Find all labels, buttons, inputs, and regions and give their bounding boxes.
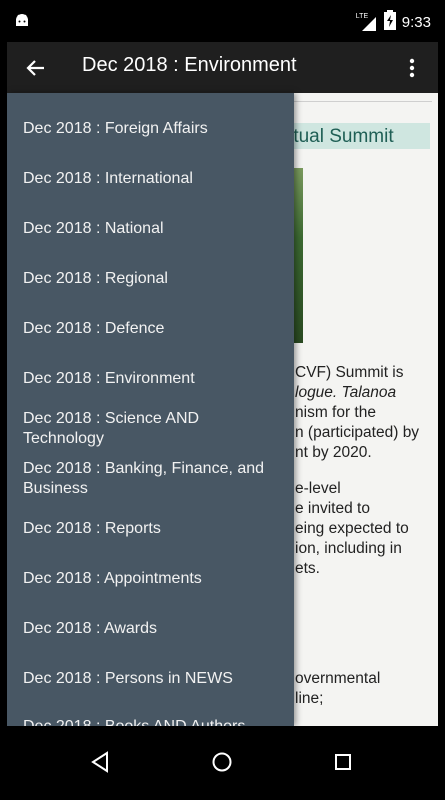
back-triangle-icon[interactable]	[78, 740, 122, 784]
article-line: logue. Talanoa	[295, 384, 397, 401]
drawer-item-awards[interactable]: Dec 2018 : Awards	[23, 619, 283, 639]
article-line: overnmental	[295, 670, 381, 687]
article-line: nism for the	[295, 404, 376, 421]
drawer-item-banking-finance[interactable]: Dec 2018 : Banking, Finance, and Busines…	[23, 459, 283, 499]
drawer-item-international[interactable]: Dec 2018 : International	[23, 169, 283, 189]
drawer-item-defence[interactable]: Dec 2018 : Defence	[23, 319, 283, 339]
drawer-item-regional[interactable]: Dec 2018 : Regional	[23, 269, 283, 289]
drawer-item-reports[interactable]: Dec 2018 : Reports	[23, 519, 283, 539]
more-vert-icon[interactable]	[400, 54, 424, 82]
article-line: nt by 2020.	[295, 444, 372, 461]
status-bar: LTE 9:33	[0, 0, 445, 42]
drawer-item-national[interactable]: Dec 2018 : National	[23, 219, 283, 239]
drawer-item-environment[interactable]: Dec 2018 : Environment	[23, 369, 283, 389]
article-line: e-level	[295, 480, 341, 497]
article-line: e invited to	[295, 500, 370, 517]
recents-square-icon[interactable]	[321, 740, 365, 784]
status-time: 9:33	[401, 14, 431, 31]
battery-charging-icon	[383, 10, 396, 35]
drawer-item-appointments[interactable]: Dec 2018 : Appointments	[23, 569, 283, 589]
drawer-item-persons-in-news[interactable]: Dec 2018 : Persons in NEWS	[23, 669, 283, 689]
lte-signal-icon: LTE	[356, 13, 378, 33]
drawer-item-science-technology[interactable]: Dec 2018 : Science AND Technology	[23, 409, 283, 449]
navigation-drawer: Dec 2018 : Foreign Affairs Dec 2018 : In…	[7, 93, 294, 726]
arrow-back-icon[interactable]	[23, 55, 49, 81]
android-icon	[14, 12, 30, 33]
system-nav-bar	[0, 726, 445, 800]
drawer-item-books-authors[interactable]: Dec 2018 : Books AND Authors	[23, 717, 283, 726]
article-line: eing expected to	[295, 520, 409, 537]
article-line: CVF) Summit is	[295, 364, 404, 381]
page-title: Dec 2018 : Environment	[82, 54, 297, 76]
drawer-item-foreign-affairs[interactable]: Dec 2018 : Foreign Affairs	[23, 119, 283, 139]
article-line: line;	[295, 690, 324, 707]
article-line: n (participated) by	[295, 424, 420, 441]
article-line: ion, including in	[295, 540, 402, 557]
article-heading: rtual Summit	[287, 126, 394, 147]
article-line: ets.	[295, 560, 320, 577]
home-circle-icon[interactable]	[200, 740, 244, 784]
app-bar: Dec 2018 : Environment	[7, 42, 438, 93]
